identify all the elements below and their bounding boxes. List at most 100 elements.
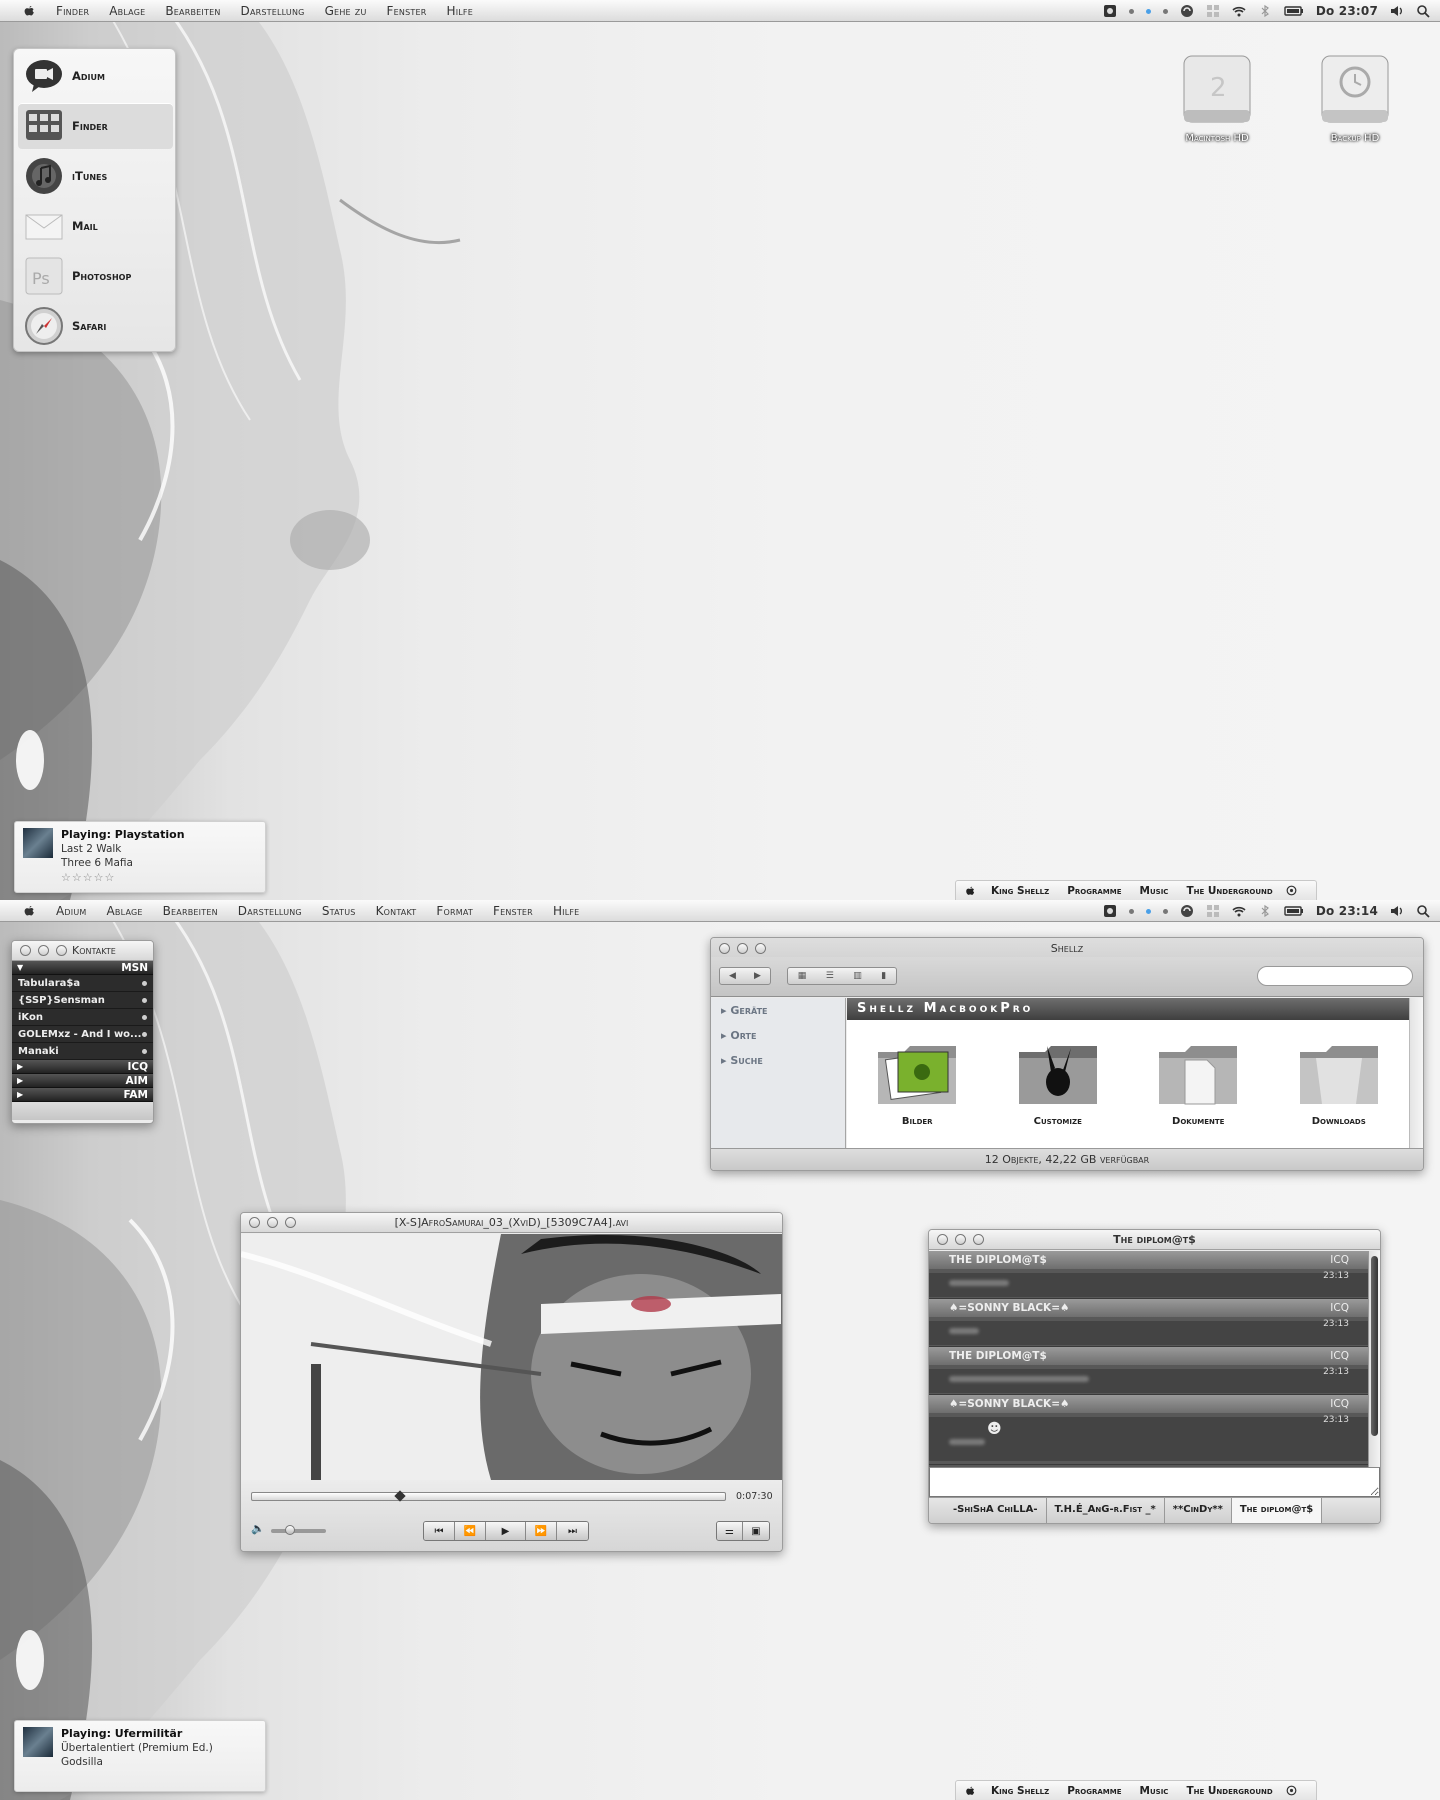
chat-titlebar[interactable]: The diplom@t$ <box>929 1230 1380 1250</box>
message-history[interactable]: THE DIPLOM@T$ ICQ 23:13 ♠=SONNY BLACK=♠ IC… <box>929 1251 1369 1467</box>
apple-icon[interactable] <box>964 1785 976 1797</box>
finder-item-bilder[interactable]: Bilder <box>862 1038 972 1127</box>
menu-ablage[interactable]: Ablage <box>107 904 143 918</box>
chat-tab[interactable]: **CinDy** <box>1165 1498 1232 1523</box>
settings-icon[interactable] <box>1286 885 1297 896</box>
chat-scrollbar[interactable] <box>1368 1251 1380 1467</box>
menu-format[interactable]: Format <box>436 904 473 918</box>
spaces-dot-icon[interactable] <box>1162 908 1168 914</box>
apple-icon[interactable] <box>22 4 36 18</box>
back-forward-buttons[interactable]: ◀ ▶ <box>719 967 771 985</box>
menu-clock[interactable]: Do 23:14 <box>1316 904 1378 918</box>
launcher-item-safari[interactable]: Safari <box>18 303 173 349</box>
video-frame[interactable] <box>241 1234 782 1480</box>
finder-item-customize[interactable]: Customize <box>1003 1038 1113 1127</box>
menu-bearbeiten[interactable]: Bearbeiten <box>163 904 218 918</box>
battery-icon[interactable] <box>1284 904 1304 918</box>
close-button[interactable] <box>249 1217 260 1228</box>
minimize-button[interactable] <box>38 945 49 956</box>
disclosure-closed-icon[interactable]: ▶ <box>17 1090 23 1099</box>
rewind-button[interactable]: ⏪ <box>455 1522 486 1540</box>
grid-icon[interactable] <box>1206 904 1220 918</box>
dock-item-programme[interactable]: Programme <box>1067 1785 1121 1797</box>
camera-icon[interactable] <box>1103 4 1117 18</box>
menu-gehe-zu[interactable]: Gehe zu <box>325 4 367 18</box>
disclosure-closed-icon[interactable]: ▶ <box>17 1062 23 1071</box>
skip-back-button[interactable]: ⏮ <box>424 1522 455 1540</box>
rating-stars[interactable]: ☆☆☆☆☆ <box>61 871 115 884</box>
contact-row[interactable]: GOLEMxz - And I wo... <box>12 1026 153 1043</box>
menu-status[interactable]: Status <box>322 904 356 918</box>
zoom-button[interactable] <box>755 942 766 954</box>
spotlight-icon[interactable] <box>1416 904 1430 918</box>
list-view-icon[interactable]: ☰ <box>826 971 834 981</box>
back-arrow-icon[interactable]: ◀ <box>729 971 736 981</box>
apple-icon[interactable] <box>964 885 976 897</box>
spaces-dot-active-icon[interactable] <box>1145 908 1151 914</box>
contact-row[interactable]: {SSP}Sensman <box>12 992 153 1009</box>
search-input[interactable] <box>1257 966 1413 986</box>
dock-item-the-underground[interactable]: The Underground <box>1186 1785 1272 1797</box>
play-button[interactable]: ▶ <box>486 1522 526 1540</box>
chat-tab[interactable]: -ShiShA ChiLLA- <box>945 1498 1047 1523</box>
dock-item-the-underground[interactable]: The Underground <box>1186 885 1272 897</box>
sidebar-item-suche[interactable]: ▸ Suche <box>711 1048 845 1073</box>
volume-knob[interactable] <box>284 1525 295 1535</box>
spotlight-icon[interactable] <box>1416 4 1430 18</box>
dock-item-programme[interactable]: Programme <box>1067 885 1121 897</box>
message-input[interactable] <box>929 1467 1380 1497</box>
chat-tab-active[interactable]: The diplom@t$ <box>1231 1498 1323 1523</box>
sidebar-item-geraete[interactable]: ▸ Geräte <box>711 998 845 1023</box>
finder-scrollbar[interactable] <box>1409 998 1423 1148</box>
sync-icon[interactable] <box>1180 904 1194 918</box>
menu-fenster[interactable]: Fenster <box>493 904 533 918</box>
finder-item-downloads[interactable]: Downloads <box>1284 1038 1394 1127</box>
fullscreen-icon[interactable]: ▣ <box>743 1522 769 1540</box>
volume-icon[interactable] <box>1390 4 1404 18</box>
battery-icon[interactable] <box>1284 4 1304 18</box>
dock-item-king-shellz[interactable]: King Shellz <box>991 885 1049 897</box>
menu-kontakt[interactable]: Kontakt <box>376 904 417 918</box>
spaces-dot-active-icon[interactable] <box>1145 8 1151 14</box>
menu-darstellung[interactable]: Darstellung <box>241 4 305 18</box>
finder-titlebar[interactable]: Shellz <box>711 938 1423 958</box>
contact-row[interactable]: iKon <box>12 1009 153 1026</box>
dock-item-music[interactable]: Music <box>1140 885 1169 897</box>
launcher-item-photoshop[interactable]: Ps Photoshop <box>18 253 173 299</box>
menu-fenster[interactable]: Fenster <box>387 4 427 18</box>
equalizer-icon[interactable]: ⚌ <box>717 1522 743 1540</box>
zoom-button[interactable] <box>973 1234 984 1245</box>
zoom-button[interactable] <box>56 945 67 956</box>
spaces-dot-icon[interactable] <box>1128 8 1134 14</box>
forward-arrow-icon[interactable]: ▶ <box>754 971 761 981</box>
grid-icon[interactable] <box>1206 4 1220 18</box>
zoom-button[interactable] <box>285 1217 296 1228</box>
contact-group-icq[interactable]: ▶ ICQ <box>12 1060 153 1074</box>
settings-icon[interactable] <box>1286 1785 1297 1796</box>
dock-item-music[interactable]: Music <box>1140 1785 1169 1797</box>
contact-row[interactable]: Tabulara$a <box>12 975 153 992</box>
menu-hilfe[interactable]: Hilfe <box>446 4 473 18</box>
desktop-icon-macintosh-hd[interactable]: 2 Macintosh HD <box>1162 54 1272 144</box>
menu-ablage[interactable]: Ablage <box>109 4 145 18</box>
minimize-button[interactable] <box>955 1234 966 1245</box>
contact-row[interactable]: Manaki <box>12 1043 153 1060</box>
desktop-icon-backup-hd[interactable]: Backup HD <box>1300 54 1410 144</box>
dock-item-king-shellz[interactable]: King Shellz <box>991 1785 1049 1797</box>
player-titlebar[interactable]: [X-S]AfroSamurai_03_(XviD)_[5309C7A4].av… <box>241 1213 782 1233</box>
launcher-item-finder[interactable]: Finder <box>18 103 173 149</box>
volume-icon[interactable] <box>1390 904 1404 918</box>
close-button[interactable] <box>719 942 730 954</box>
contact-group-msn[interactable]: ▼ MSN <box>12 961 153 975</box>
volume-icon[interactable]: 🔈 <box>251 1522 265 1535</box>
launcher-item-adium[interactable]: Adium <box>18 53 173 99</box>
menu-clock[interactable]: Do 23:07 <box>1316 4 1378 18</box>
bluetooth-icon[interactable] <box>1258 4 1272 18</box>
disclosure-closed-icon[interactable]: ▶ <box>17 1076 23 1085</box>
seek-bar[interactable] <box>251 1490 726 1502</box>
launcher-item-itunes[interactable]: iTunes <box>18 153 173 199</box>
camera-icon[interactable] <box>1103 904 1117 918</box>
menu-darstellung[interactable]: Darstellung <box>238 904 302 918</box>
chat-tab[interactable]: T.H.É_AnG-r.Fist _* <box>1047 1498 1165 1523</box>
disclosure-open-icon[interactable]: ▼ <box>17 963 23 972</box>
